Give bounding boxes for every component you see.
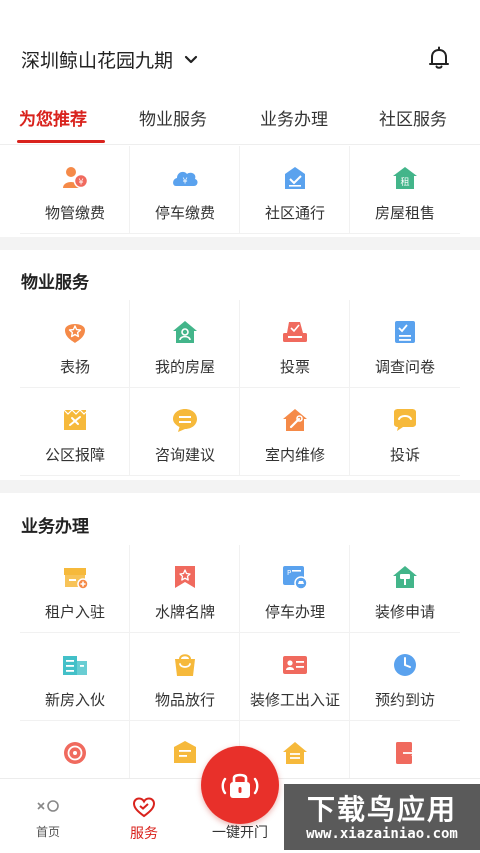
survey-icon <box>395 321 415 343</box>
grid-item-parking-apply[interactable]: P 停车办理 <box>240 545 350 633</box>
grid-item-survey[interactable]: 调查问卷 <box>350 300 460 388</box>
visit-icon <box>394 654 416 676</box>
renovation-icon <box>393 566 417 588</box>
grid-item-label: 投票 <box>279 358 310 376</box>
lock-signal-icon <box>221 773 259 798</box>
grid-item-my-house[interactable]: 我的房屋 <box>130 300 240 388</box>
grid-item-move-in[interactable]: 新房入伙 <box>20 633 130 721</box>
recommend-grid: ¥ 物管缴费 ¥ 停车缴费 社区通行 租 房屋租售 <box>20 146 460 234</box>
one-key-open-door-button[interactable] <box>201 746 279 824</box>
nav-home[interactable]: 首页 <box>0 779 96 853</box>
house-rent-icon: 租 <box>393 167 417 189</box>
grid-item-parking-fee[interactable]: ¥ 停车缴费 <box>130 146 240 234</box>
section-title-business: 业务办理 <box>21 517 89 537</box>
grid-item-label: 房屋租售 <box>374 204 435 222</box>
public-repair-icon <box>63 409 87 430</box>
grid-item-consult[interactable]: 咨询建议 <box>130 388 240 476</box>
community-pass-icon <box>285 167 305 189</box>
section-separator <box>0 237 480 250</box>
section-title-property: 物业服务 <box>21 273 89 293</box>
tab-community-service[interactable]: 社区服务 <box>379 105 447 130</box>
tab-recommend[interactable]: 为您推荐 <box>19 105 87 130</box>
envelope-icon <box>174 741 196 763</box>
one-key-open-door-label: 一键开门 <box>212 825 268 841</box>
grid-item-vote[interactable]: 投票 <box>240 300 350 388</box>
grid-item-indoor-repair[interactable]: 室内维修 <box>240 388 350 476</box>
vote-icon <box>283 322 307 342</box>
svg-text:¥: ¥ <box>78 178 83 187</box>
praise-icon <box>65 324 85 343</box>
grid-item-public-repair[interactable]: 公区报障 <box>20 388 130 476</box>
grid-item-label: 物品放行 <box>154 691 215 709</box>
grid-item-label: 水牌名牌 <box>154 603 215 621</box>
coin-icon <box>64 742 86 764</box>
community-selector[interactable]: 深圳鲸山花园九期 <box>21 46 199 73</box>
nav-service[interactable]: 服务 <box>96 779 192 853</box>
grid-item-complaint[interactable]: 投诉 <box>350 388 460 476</box>
grid-item-community-pass[interactable]: 社区通行 <box>240 146 350 234</box>
grid-item-renovation[interactable]: 装修申请 <box>350 545 460 633</box>
tenant-icon <box>64 568 89 590</box>
community-name: 深圳鲸山花园九期 <box>21 50 174 72</box>
section-separator <box>0 480 480 493</box>
grid-item-label: 新房入伙 <box>44 691 105 709</box>
grid-item-praise[interactable]: 表扬 <box>20 300 130 388</box>
grid-item-nameplate[interactable]: 水牌名牌 <box>130 545 240 633</box>
grid-item-label: 公区报障 <box>44 446 105 464</box>
parking-fee-icon: ¥ <box>173 171 198 186</box>
grid-item-visit[interactable]: 预约到访 <box>350 633 460 721</box>
heart-service-icon <box>132 797 156 818</box>
goods-release-icon <box>175 654 195 676</box>
bell-icon[interactable] <box>426 45 452 71</box>
grid-item-label: 装修申请 <box>374 603 435 621</box>
grid-item-label: 停车办理 <box>264 603 325 621</box>
nav-home-label: 首页 <box>35 825 60 839</box>
complaint-icon <box>394 409 416 431</box>
tab-property-service[interactable]: 物业服务 <box>139 105 207 130</box>
grid-item-label: 预约到访 <box>374 691 435 709</box>
svg-text:¥: ¥ <box>182 177 187 186</box>
grid-item-label: 室内维修 <box>264 446 325 464</box>
home-icon <box>37 800 59 812</box>
grid-item-label: 调查问卷 <box>374 358 435 376</box>
header: 深圳鲸山花园九期 <box>0 0 480 95</box>
watermark: 下载鸟应用 www.xiazainiao.com <box>284 784 480 850</box>
grid-item-label: 我的房屋 <box>154 358 215 376</box>
active-tab-indicator <box>17 140 105 143</box>
grid-item-worker-pass[interactable]: 装修工出入证 <box>240 633 350 721</box>
nav-service-label: 服务 <box>130 826 158 842</box>
svg-text:租: 租 <box>400 177 409 188</box>
parking-apply-icon: P <box>283 566 308 590</box>
watermark-url: www.xiazainiao.com <box>306 826 458 842</box>
worker-pass-icon <box>283 656 307 674</box>
grid-item-label: 咨询建议 <box>154 446 215 464</box>
property-fee-icon: ¥ <box>63 167 89 189</box>
indoor-repair-icon <box>283 409 307 431</box>
grid-item-label: 社区通行 <box>264 204 325 222</box>
nameplate-icon <box>175 566 195 588</box>
my-house-icon <box>173 321 197 343</box>
grid-item-label: 租户入驻 <box>44 603 105 621</box>
consult-icon <box>173 409 197 432</box>
door-exit-icon <box>396 742 417 764</box>
house-transfer-icon <box>283 742 307 764</box>
watermark-title: 下载鸟应用 <box>306 793 457 826</box>
grid-item-label: 装修工出入证 <box>249 691 340 709</box>
chevron-down-icon <box>184 55 198 63</box>
grid-item-label: 停车缴费 <box>154 204 215 222</box>
grid-item-label: 物管缴费 <box>44 204 105 222</box>
grid-item-tenant[interactable]: 租户入驻 <box>20 545 130 633</box>
grid-item-goods-release[interactable]: 物品放行 <box>130 633 240 721</box>
move-in-icon <box>63 656 87 675</box>
property-grid: 表扬 我的房屋 投票 调查问卷 公区报障 咨询建议 室内维修 投诉 <box>20 300 460 476</box>
category-tabs: 为您推荐 物业服务 业务办理 社区服务 <box>0 97 480 145</box>
grid-item-label: 表扬 <box>59 358 90 376</box>
tab-business[interactable]: 业务办理 <box>260 105 328 130</box>
grid-item-property-fee[interactable]: ¥ 物管缴费 <box>20 146 130 234</box>
svg-text:P: P <box>287 569 291 577</box>
grid-item-house-rent[interactable]: 租 房屋租售 <box>350 146 460 234</box>
grid-item-label: 投诉 <box>389 446 420 464</box>
